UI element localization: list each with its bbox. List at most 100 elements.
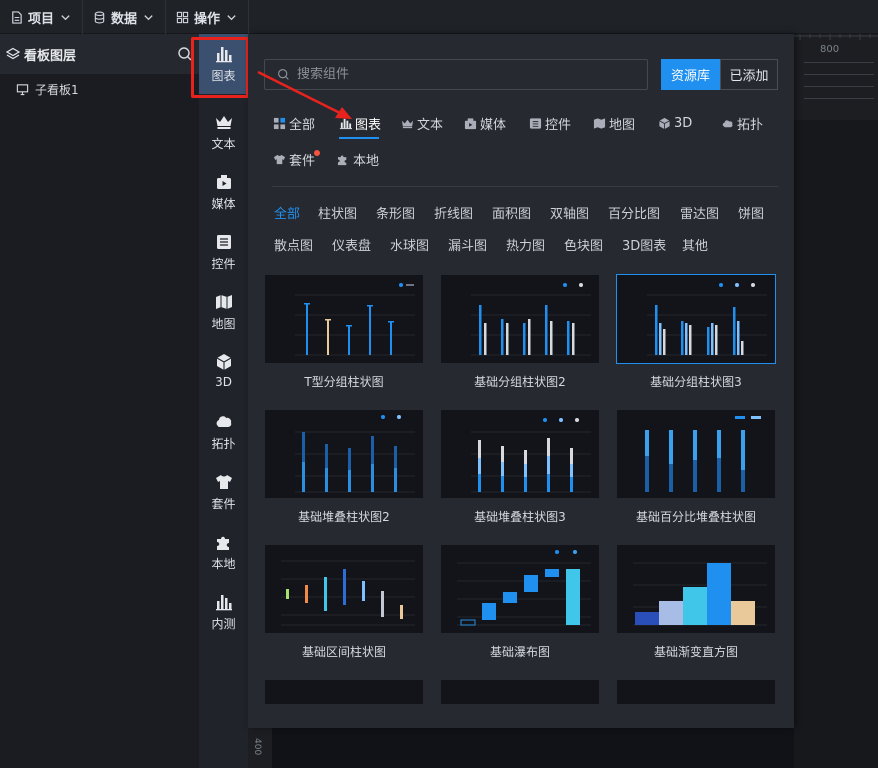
control-icon bbox=[529, 117, 542, 129]
category-label: 拓扑 bbox=[737, 117, 764, 133]
category-media[interactable]: 媒体 bbox=[464, 113, 506, 133]
shirt-icon bbox=[273, 154, 286, 164]
category-label: 全部 bbox=[289, 117, 316, 133]
rail-item-map[interactable]: 地图 bbox=[199, 282, 248, 342]
subcategory-3d-chart[interactable]: 3D图表 bbox=[622, 235, 666, 254]
rail-item-chart[interactable]: 图表 bbox=[199, 34, 248, 94]
rail-item-local[interactable]: 本地 bbox=[199, 522, 248, 582]
menu-data[interactable]: 数据 bbox=[83, 0, 167, 34]
subcategory-other[interactable]: 其他 bbox=[682, 235, 708, 254]
category-all[interactable]: 全部 bbox=[273, 113, 315, 133]
canvas-area[interactable] bbox=[794, 34, 878, 768]
rail-item-text[interactable]: 文本 bbox=[199, 102, 248, 162]
card-thumbnail bbox=[265, 275, 423, 363]
card-thumbnail bbox=[441, 545, 599, 633]
bar-chart-icon bbox=[339, 118, 352, 129]
category-label: 3D bbox=[674, 115, 693, 131]
card-name: T型分组柱状图 bbox=[304, 375, 384, 389]
layer-item[interactable]: 子看板1 bbox=[0, 74, 199, 104]
media-icon bbox=[464, 117, 477, 129]
component-card[interactable]: 基础渐变直方图 bbox=[617, 545, 775, 660]
component-card[interactable]: T型分组柱状图 bbox=[265, 275, 423, 390]
top-menubar: 项目 数据 操作 bbox=[0, 0, 878, 34]
component-card[interactable]: 基础区间柱状图 bbox=[265, 545, 423, 660]
search-box[interactable] bbox=[264, 59, 648, 90]
search-icon bbox=[278, 69, 289, 80]
subcategory-liquid[interactable]: 水球图 bbox=[390, 235, 429, 254]
added-button[interactable]: 已添加 bbox=[720, 59, 778, 90]
subcategory-funnel[interactable]: 漏斗图 bbox=[448, 235, 487, 254]
new-badge bbox=[314, 150, 320, 156]
chevron-down-icon bbox=[61, 14, 70, 20]
subcategory-block[interactable]: 色块图 bbox=[564, 235, 603, 254]
category-chart[interactable]: 图表 bbox=[339, 113, 381, 133]
rail-item-media[interactable]: 媒体 bbox=[199, 162, 248, 222]
thumb-gradient-histogram bbox=[633, 562, 767, 626]
cube-icon bbox=[216, 353, 231, 370]
category-text[interactable]: 文本 bbox=[401, 113, 443, 133]
chevron-down-icon bbox=[227, 14, 236, 20]
subcategory-percent[interactable]: 百分比图 bbox=[608, 203, 660, 222]
crown-icon bbox=[215, 116, 232, 129]
subcategory-area[interactable]: 面积图 bbox=[492, 203, 531, 222]
menu-project-label: 项目 bbox=[28, 11, 55, 27]
rail-item-3d[interactable]: 3D bbox=[199, 340, 248, 400]
menu-operation[interactable]: 操作 bbox=[166, 0, 250, 34]
component-card[interactable]: 基础百分比堆叠柱状图 bbox=[617, 410, 775, 525]
thumb-percent-stacked bbox=[645, 416, 761, 492]
layers-header: 看板图层 bbox=[0, 34, 199, 74]
subcategory-gauge[interactable]: 仪表盘 bbox=[332, 235, 371, 254]
rail-item-control[interactable]: 控件 bbox=[199, 222, 248, 282]
thumb-stacked-3 bbox=[471, 418, 591, 493]
category-topology[interactable]: 拓扑 bbox=[721, 113, 763, 133]
card-name: 基础堆叠柱状图2 bbox=[298, 510, 390, 524]
component-card[interactable]: 基础堆叠柱状图2 bbox=[265, 410, 423, 525]
card-thumbnail bbox=[616, 274, 776, 364]
card-thumbnail-partial[interactable] bbox=[441, 680, 599, 704]
category-3d[interactable]: 3D bbox=[658, 113, 692, 133]
card-thumbnail bbox=[265, 545, 423, 633]
category-control[interactable]: 控件 bbox=[529, 113, 571, 133]
category-label: 媒体 bbox=[480, 117, 507, 133]
category-map[interactable]: 地图 bbox=[593, 113, 635, 133]
rail-item-label: 媒体 bbox=[211, 197, 236, 211]
subcategory-dual-axis[interactable]: 双轴图 bbox=[550, 203, 589, 222]
card-thumbnail-partial[interactable] bbox=[265, 680, 423, 704]
component-card-selected[interactable]: 基础分组柱状图3 bbox=[616, 274, 776, 390]
rail-item-suite[interactable]: 套件 bbox=[199, 462, 248, 522]
subcategory-bar[interactable]: 条形图 bbox=[376, 203, 415, 222]
category-suite[interactable]: 套件 bbox=[273, 149, 315, 169]
shirt-icon bbox=[215, 475, 232, 489]
menu-data-label: 数据 bbox=[111, 11, 138, 27]
component-card[interactable]: 基础分组柱状图2 bbox=[441, 275, 599, 390]
rail-item-label: 拓扑 bbox=[211, 437, 236, 451]
rail-item-topology[interactable]: 拓扑 bbox=[199, 402, 248, 462]
subcategory-pie[interactable]: 饼图 bbox=[738, 203, 764, 222]
subcategory-scatter[interactable]: 散点图 bbox=[274, 235, 313, 254]
rail-item-beta[interactable]: 内测 bbox=[199, 582, 248, 642]
rail-item-label: 本地 bbox=[211, 557, 236, 571]
topology-icon bbox=[216, 416, 231, 427]
card-name: 基础堆叠柱状图3 bbox=[474, 510, 566, 524]
database-icon bbox=[94, 11, 105, 23]
subcategory-radar[interactable]: 雷达图 bbox=[680, 203, 719, 222]
menu-project[interactable]: 项目 bbox=[0, 0, 84, 34]
subcategory-heatmap[interactable]: 热力图 bbox=[506, 235, 545, 254]
layer-item-label: 子看板1 bbox=[35, 82, 79, 97]
puzzle-icon bbox=[216, 536, 229, 550]
subcategory-line[interactable]: 折线图 bbox=[434, 203, 473, 222]
thumb-range-column bbox=[281, 560, 415, 626]
category-local[interactable]: 本地 bbox=[337, 149, 379, 169]
monitor-icon bbox=[16, 83, 29, 95]
resource-library-button[interactable]: 资源库 bbox=[661, 59, 720, 90]
subcategory-all[interactable]: 全部 bbox=[274, 203, 300, 222]
crown-icon bbox=[401, 119, 414, 128]
thumb-grouped-3 bbox=[647, 283, 767, 356]
component-card[interactable]: 基础堆叠柱状图3 bbox=[441, 410, 599, 525]
card-thumbnail-partial[interactable] bbox=[617, 680, 775, 704]
search-icon[interactable] bbox=[177, 46, 193, 62]
search-input[interactable] bbox=[297, 67, 627, 82]
component-card[interactable]: 基础瀑布图 bbox=[441, 545, 599, 660]
category-label: 本地 bbox=[353, 153, 380, 169]
subcategory-column[interactable]: 柱状图 bbox=[318, 203, 357, 222]
